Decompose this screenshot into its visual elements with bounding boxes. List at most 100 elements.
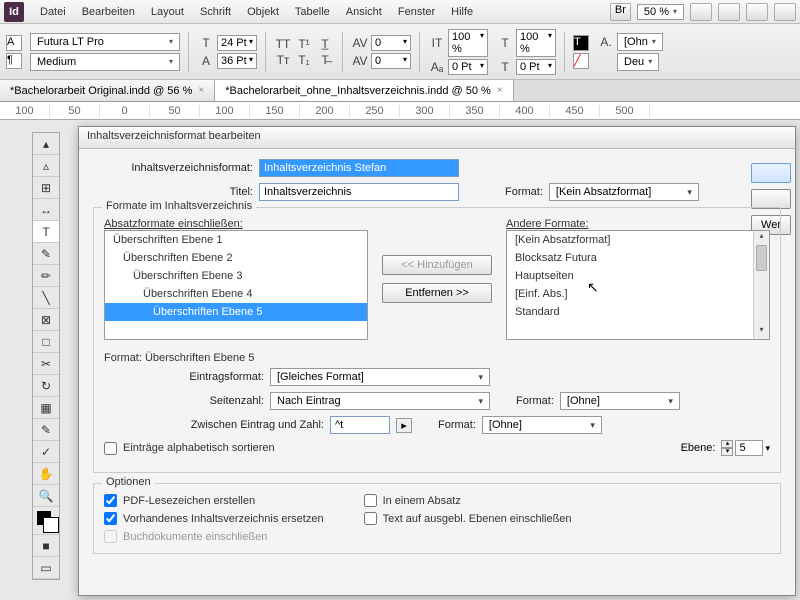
font-family-select[interactable]: Futura LT Pro	[30, 33, 180, 51]
view-mode-1[interactable]	[690, 3, 712, 21]
fill-stroke-swatch[interactable]	[33, 507, 59, 535]
sub-icon[interactable]: T₁	[295, 53, 313, 67]
hscale-select[interactable]: 100 %	[516, 29, 556, 57]
page-tool[interactable]: ⊞	[33, 177, 59, 199]
tracking-select[interactable]: 0	[371, 53, 411, 69]
tab-doc-1[interactable]: *Bachelorarbeit Original.indd @ 56 %×	[0, 80, 215, 101]
zoom-dropdown[interactable]: 50 %	[637, 4, 684, 20]
entry-format-select[interactable]: [Gleiches Format]	[270, 368, 490, 386]
hidden-layers-checkbox[interactable]	[364, 512, 377, 525]
underline-icon[interactable]: T̲	[316, 37, 334, 51]
apply-color[interactable]: ■	[33, 535, 59, 557]
remove-button[interactable]: Entfernen >>	[382, 283, 492, 303]
menu-schrift[interactable]: Schrift	[192, 2, 239, 22]
fill-color-icon[interactable]: T	[573, 35, 589, 51]
screen-mode[interactable]	[774, 3, 796, 21]
horizontal-ruler: 10050050100150200250300350400450500	[0, 102, 800, 120]
list-item[interactable]: Überschriften Ebene 2	[105, 249, 367, 267]
strike-icon[interactable]: T̶	[316, 53, 334, 67]
font-weight-select[interactable]: Medium	[30, 53, 180, 71]
title-format-select[interactable]: [Kein Absatzformat]	[549, 183, 699, 201]
scrollbar[interactable]: ▴▾	[753, 231, 769, 339]
char-para-icon[interactable]: A	[6, 35, 22, 51]
stroke-color-icon[interactable]: ╱	[573, 53, 589, 69]
rectangle-tool[interactable]: □	[33, 331, 59, 353]
single-para-checkbox[interactable]	[364, 494, 377, 507]
skew-select[interactable]: 0 Pt	[516, 59, 556, 75]
para-icon[interactable]: ¶	[6, 53, 22, 69]
level-spinner[interactable]: ▴▾ 5 ▾	[721, 440, 770, 456]
gradient-tool[interactable]: ▦	[33, 397, 59, 419]
menu-bearbeiten[interactable]: Bearbeiten	[74, 2, 143, 22]
add-button[interactable]: << Hinzufügen	[382, 255, 492, 275]
list-item[interactable]: Blocksatz Futura	[507, 249, 769, 267]
eyedropper-tool[interactable]: ✓	[33, 441, 59, 463]
smallcaps-icon[interactable]: Tᴛ	[274, 53, 292, 67]
zoom-tool[interactable]: 🔍	[33, 485, 59, 507]
ok-button[interactable]	[751, 163, 791, 183]
view-mode-normal[interactable]: ▭	[33, 557, 59, 579]
sup-icon[interactable]: T¹	[295, 37, 313, 51]
direct-selection-tool[interactable]: ▵	[33, 155, 59, 177]
bridge-button[interactable]: Br	[610, 3, 631, 21]
tab-doc-2[interactable]: *Bachelorarbeit_ohne_Inhaltsverzeichnis.…	[215, 80, 513, 101]
menu-datei[interactable]: Datei	[32, 2, 74, 22]
scissors-tool[interactable]: ✂	[33, 353, 59, 375]
menu-ansicht[interactable]: Ansicht	[338, 2, 390, 22]
close-icon[interactable]: ×	[497, 85, 503, 96]
list-item[interactable]: Überschriften Ebene 1	[105, 231, 367, 249]
page-number-select[interactable]: Nach Eintrag	[270, 392, 490, 410]
include-listbox[interactable]: Überschriften Ebene 1 Überschriften Eben…	[104, 230, 368, 340]
caps-icon[interactable]: TT	[274, 37, 292, 51]
other-listbox[interactable]: [Kein Absatzformat] Blocksatz Futura Hau…	[506, 230, 770, 340]
toc-format-dialog: Inhaltsverzeichnisformat bearbeiten Wer …	[78, 126, 796, 596]
menu-objekt[interactable]: Objekt	[239, 2, 287, 22]
list-item[interactable]: [Kein Absatzformat]	[507, 231, 769, 249]
zoom-value: 50 %	[644, 6, 669, 18]
between-format-select[interactable]: [Ohne]	[482, 416, 602, 434]
flyout-icon[interactable]: ▸	[396, 418, 412, 433]
page-format-select[interactable]: [Ohne]	[560, 392, 680, 410]
title-input[interactable]: Inhaltsverzeichnis	[259, 183, 459, 201]
list-item[interactable]: Überschriften Ebene 3	[105, 267, 367, 285]
line-tool[interactable]: ╲	[33, 287, 59, 309]
note-tool[interactable]: ✎	[33, 419, 59, 441]
vscale-select[interactable]: 100 %	[448, 29, 488, 57]
between-input[interactable]: ^t	[330, 416, 390, 434]
selection-tool[interactable]: ▴	[33, 133, 59, 155]
hand-tool[interactable]: ✋	[33, 463, 59, 485]
gap-tool[interactable]: ↔	[33, 199, 59, 221]
menu-fenster[interactable]: Fenster	[390, 2, 443, 22]
leading-select[interactable]: 36 Pt	[217, 53, 257, 69]
list-item[interactable]: Standard	[507, 303, 769, 321]
list-item[interactable]: Überschriften Ebene 4	[105, 285, 367, 303]
baseline-icon: Aₐ	[428, 60, 446, 74]
close-icon[interactable]: ×	[198, 85, 204, 96]
pen-tool[interactable]: ✎	[33, 243, 59, 265]
list-item[interactable]: [Einf. Abs.]	[507, 285, 769, 303]
baseline-select[interactable]: 0 Pt	[448, 59, 488, 75]
rectangle-frame-tool[interactable]: ⊠	[33, 309, 59, 331]
toc-format-input[interactable]: Inhaltsverzeichnis Stefan	[259, 159, 459, 177]
page-number-label: Seitenzahl:	[104, 395, 264, 407]
language-select[interactable]: Deu	[617, 53, 659, 71]
alpha-sort-checkbox[interactable]	[104, 442, 117, 455]
dialog-title: Inhaltsverzeichnisformat bearbeiten	[79, 127, 795, 149]
font-size-select[interactable]: 24 Pt	[217, 35, 257, 51]
kerning-select[interactable]: 0	[371, 35, 411, 51]
view-mode-3[interactable]	[746, 3, 768, 21]
pdf-bookmarks-checkbox[interactable]	[104, 494, 117, 507]
menu-layout[interactable]: Layout	[143, 2, 192, 22]
charstyle-select[interactable]: [Ohn	[617, 33, 663, 51]
list-item[interactable]: Überschriften Ebene 5	[105, 303, 367, 321]
replace-toc-checkbox[interactable]	[104, 512, 117, 525]
detail-format-label: Format: Überschriften Ebene 5	[104, 352, 770, 364]
menu-tabelle[interactable]: Tabelle	[287, 2, 338, 22]
cancel-button[interactable]	[751, 189, 791, 209]
menu-hilfe[interactable]: Hilfe	[443, 2, 481, 22]
pencil-tool[interactable]: ✏	[33, 265, 59, 287]
type-tool[interactable]: T	[33, 221, 59, 243]
list-item[interactable]: Hauptseiten	[507, 267, 769, 285]
rotate-tool[interactable]: ↻	[33, 375, 59, 397]
view-mode-2[interactable]	[718, 3, 740, 21]
